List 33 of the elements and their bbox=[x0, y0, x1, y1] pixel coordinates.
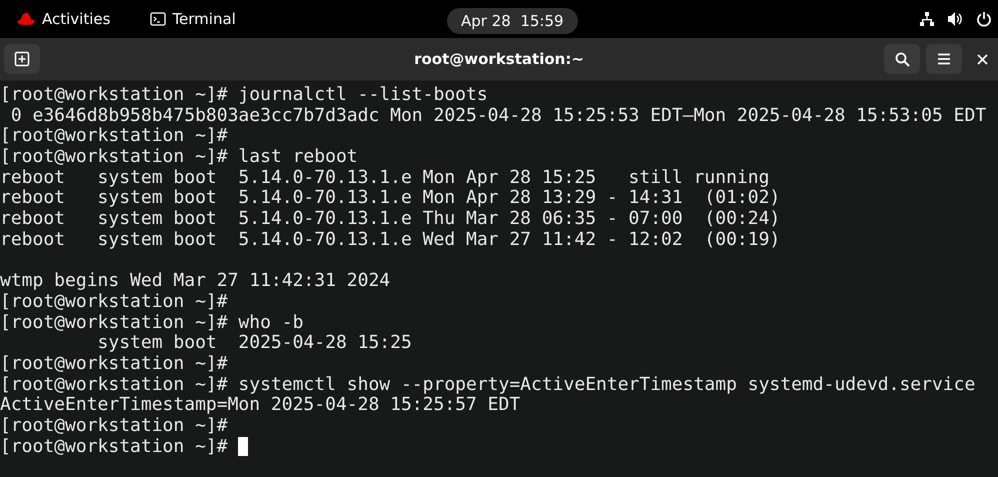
new-tab-icon bbox=[14, 51, 30, 67]
menu-button[interactable] bbox=[926, 44, 962, 74]
menu-icon bbox=[937, 53, 951, 65]
terminal-line: reboot system boot 5.14.0-70.13.1.e Mon Apr 28 15:25 still running bbox=[0, 168, 770, 188]
terminal-icon bbox=[150, 12, 166, 26]
hat-icon bbox=[16, 12, 36, 26]
clock-button[interactable]: Apr 28 15:59 bbox=[447, 8, 578, 34]
terminal-line: [root@workstation ~]# bbox=[0, 292, 228, 313]
terminal-line: [root@workstation ~]# systemctl show --property=ActiveEnterTimestamp systemd-udevd.service bbox=[0, 374, 976, 396]
terminal-line: reboot system boot 5.14.0-70.13.1.e Wed Mar 27 11:42 - 12:02 (00:19) bbox=[0, 230, 780, 251]
terminal-line: [root@workstation ~]# bbox=[0, 436, 229, 458]
terminal-line: reboot system boot 5.14.0-70.13.1.e Thu Mar 28 06:35 - 07:00 (00:24) bbox=[0, 209, 780, 230]
terminal-line: [root@workstation ~]# bbox=[0, 416, 228, 437]
terminal-line: [root@workstation ~]# bbox=[0, 126, 228, 148]
terminal-line: [root@workstation ~]# bbox=[0, 354, 228, 375]
search-icon bbox=[894, 52, 910, 66]
search-button[interactable] bbox=[884, 44, 920, 74]
terminal-line: [root@workstation ~]# who -b bbox=[0, 312, 304, 334]
terminal-line: system boot 2025-04-28 15:25 bbox=[96, 333, 412, 354]
terminal-line: [root@workstation ~]# last reboot bbox=[0, 147, 358, 168]
terminal-line: ActiveEnterTimestamp=Mon 2025-04-28 15:25:57 EDT bbox=[0, 395, 520, 416]
network-icon[interactable] bbox=[919, 11, 935, 27]
app-menu[interactable]: Terminal bbox=[172, 10, 236, 28]
new-tab-button[interactable] bbox=[4, 44, 40, 74]
volume-icon[interactable] bbox=[947, 11, 964, 27]
terminal-line: [root@workstation ~]# journalctl --list-boots bbox=[0, 85, 488, 106]
close-icon bbox=[976, 54, 988, 64]
terminal-line: 0 e3646d8b958b475b803ae3cc7b7d3adc Mon 2025-04-28 15:25:53 EDT—Mon 2025-04-28 15:53:05 EDT bbox=[10, 106, 986, 126]
activities-button[interactable]: Activities bbox=[42, 10, 110, 28]
power-icon[interactable] bbox=[976, 11, 992, 27]
terminal-line: reboot system boot 5.14.0-70.13.1.e Mon Apr 28 13:29 - 14:31 (01:02) bbox=[0, 188, 780, 210]
terminal-line: wtmp begins Wed Mar 27 11:42:31 2024 bbox=[0, 271, 390, 292]
window-title: root@workstation:~ bbox=[414, 50, 584, 68]
